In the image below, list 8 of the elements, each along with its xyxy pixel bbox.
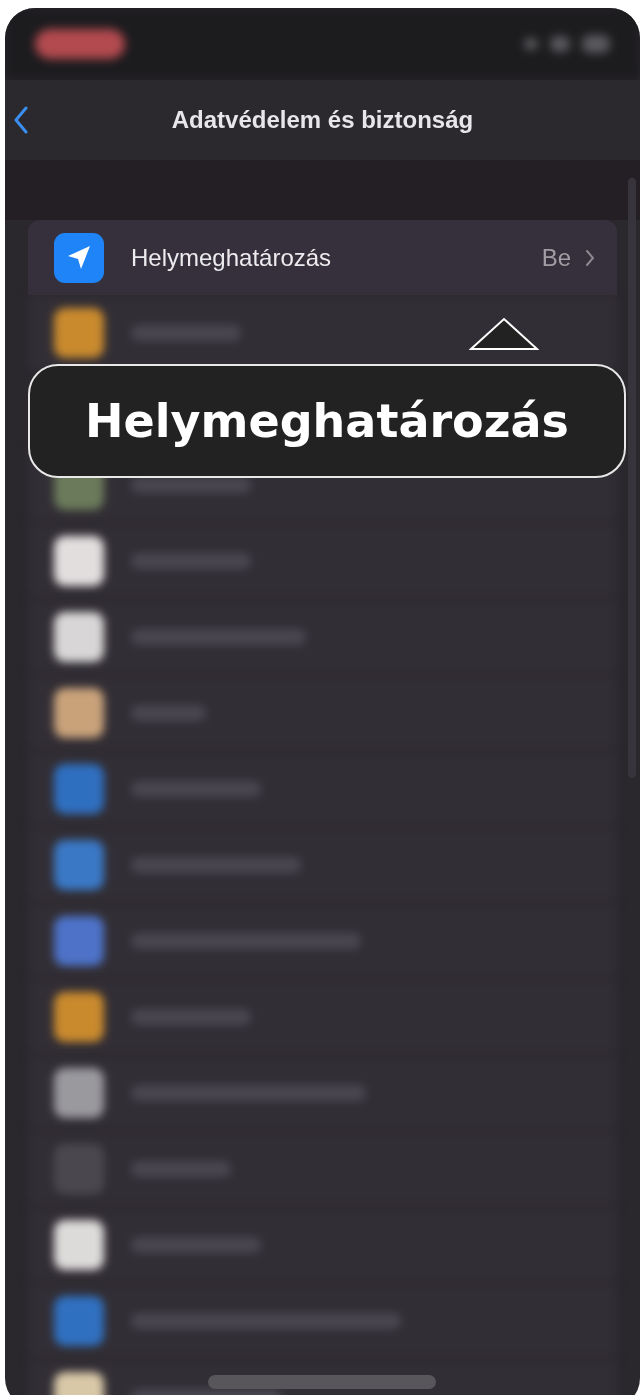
row-value: Be <box>541 243 571 272</box>
row-label: Helymeghatározás <box>131 243 333 272</box>
settings-row[interactable]: Helymeghatározás Be <box>28 220 617 295</box>
callout-pointer <box>469 317 539 351</box>
nav-title: Adatvédelem és biztonság <box>171 106 474 134</box>
back-chevron-icon[interactable] <box>13 106 29 134</box>
callout-label: Helymeghatározás <box>28 364 626 478</box>
chevron-icon <box>585 248 595 267</box>
